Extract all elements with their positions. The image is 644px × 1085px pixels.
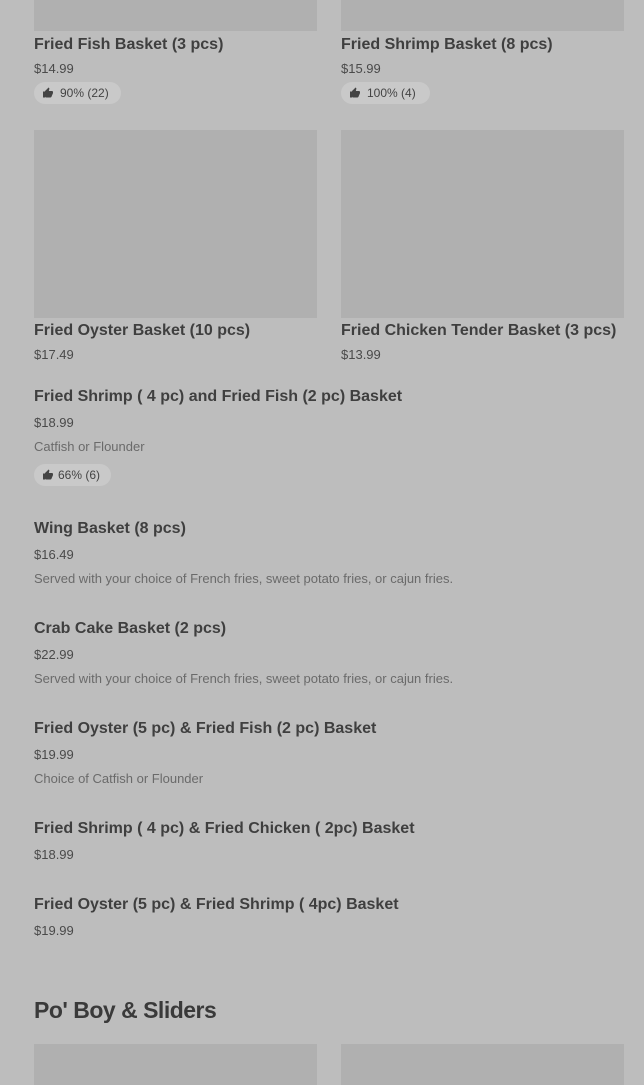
item-name[interactable]: Fried Fish Basket (3 pcs): [34, 36, 223, 54]
item-name[interactable]: Fried Chicken Tender Basket (3 pcs): [341, 322, 616, 340]
thumbs-up-icon: [350, 87, 360, 98]
item-name[interactable]: Fried Shrimp ( 4 pc) & Fried Chicken ( 2…: [34, 820, 415, 838]
item-description: Choice of Catfish or Flounder: [34, 771, 204, 786]
item-description: Served with your choice of French fries,…: [34, 671, 454, 686]
rating-badge: 90% (22): [34, 82, 121, 104]
item-price: $16.49: [34, 547, 74, 562]
thumbs-up-icon: [43, 87, 53, 98]
item-image[interactable]: [341, 130, 624, 318]
section-title: Po' Boy & Sliders: [34, 997, 217, 1023]
item-name[interactable]: Fried Oyster Basket (10 pcs): [34, 322, 250, 340]
item-image[interactable]: [34, 1044, 317, 1085]
item-image[interactable]: [341, 1044, 624, 1085]
item-description: Catfish or Flounder: [34, 439, 145, 454]
item-price: $22.99: [34, 647, 74, 662]
item-image[interactable]: [34, 0, 317, 31]
rating-text: 66% (6): [58, 468, 101, 482]
item-name[interactable]: Crab Cake Basket (2 pcs): [34, 620, 226, 638]
rating-text: 90% (22): [60, 86, 109, 100]
item-price: $18.99: [34, 415, 74, 430]
item-price: $13.99: [341, 347, 381, 362]
thumbs-up-icon: [43, 469, 53, 480]
item-price: $15.99: [341, 61, 381, 76]
item-name[interactable]: Wing Basket (8 pcs): [34, 520, 186, 538]
item-name[interactable]: Fried Oyster (5 pc) & Fried Shrimp ( 4pc…: [34, 896, 399, 914]
rating-badge: 66% (6): [34, 464, 111, 486]
rating-badge: 100% (4): [341, 82, 430, 104]
item-price: $14.99: [34, 61, 74, 76]
item-image[interactable]: [34, 130, 317, 318]
item-image[interactable]: [341, 0, 624, 31]
item-name[interactable]: Fried Shrimp ( 4 pc) and Fried Fish (2 p…: [34, 388, 402, 406]
item-price: $19.99: [34, 747, 74, 762]
item-price: $17.49: [34, 347, 74, 362]
rating-text: 100% (4): [367, 86, 416, 100]
item-price: $18.99: [34, 847, 74, 862]
item-name[interactable]: Fried Shrimp Basket (8 pcs): [341, 36, 553, 54]
item-price: $19.99: [34, 923, 74, 938]
item-description: Served with your choice of French fries,…: [34, 571, 454, 586]
item-name[interactable]: Fried Oyster (5 pc) & Fried Fish (2 pc) …: [34, 720, 376, 738]
